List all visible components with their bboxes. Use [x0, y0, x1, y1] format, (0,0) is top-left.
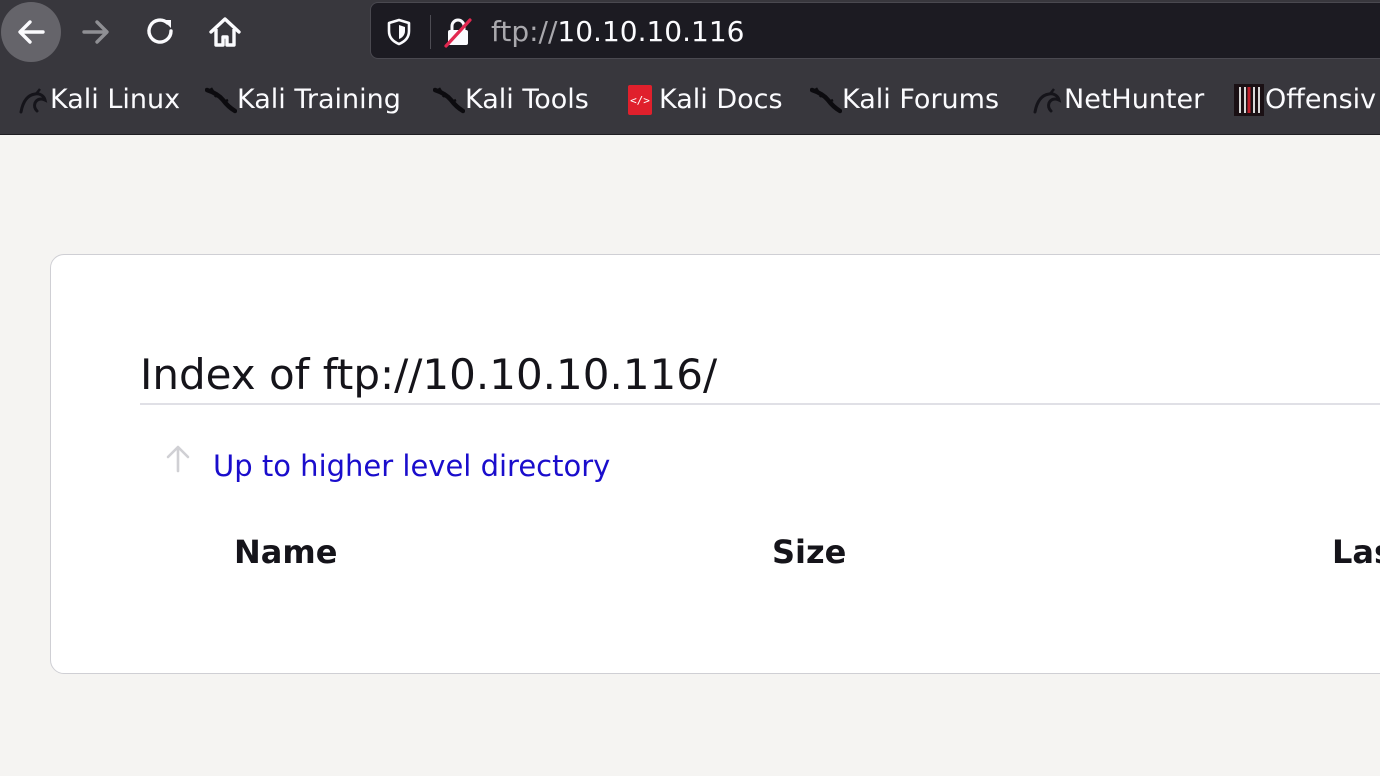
bookmark-nethunter[interactable]: NetHunter — [1032, 83, 1204, 117]
url-host: 10.10.10.116 — [557, 15, 745, 48]
reload-button[interactable] — [131, 2, 191, 62]
url-bar[interactable]: ftp://10.10.10.116 — [370, 2, 1380, 59]
browser-toolbar: ftp://10.10.10.116 — [0, 0, 1380, 64]
kali-dragon-icon — [1032, 83, 1064, 117]
arrow-left-icon — [18, 20, 45, 44]
reload-icon — [147, 18, 173, 44]
title-divider — [140, 403, 1380, 405]
bookmark-label: Kali Tools — [465, 84, 589, 115]
bookmark-label: NetHunter — [1064, 84, 1205, 115]
bookmark-kali-linux[interactable]: Kali Linux — [18, 83, 180, 117]
tracking-protection-shield-icon[interactable] — [385, 17, 413, 47]
up-to-parent-directory-link[interactable]: Up to higher level directory — [213, 447, 610, 485]
column-header-name[interactable]: Name — [234, 532, 337, 572]
offsec-icon — [1233, 83, 1265, 117]
column-header-size[interactable]: Size — [772, 532, 846, 572]
bookmark-kali-forums[interactable]: Kali Forums — [810, 83, 999, 117]
up-arrow-icon[interactable] — [164, 444, 192, 474]
column-header-last-modified[interactable]: Las — [1332, 532, 1380, 572]
bookmark-label: Offensiv — [1265, 84, 1377, 115]
bookmark-offensive-security[interactable]: Offensiv — [1233, 83, 1376, 117]
arrow-right-icon — [82, 20, 109, 44]
bookmark-kali-tools[interactable]: Kali Tools — [433, 83, 589, 117]
page-title: Index of ftp://10.10.10.116/ — [140, 350, 718, 399]
insecure-lock-icon[interactable] — [443, 16, 473, 48]
bookmark-label: Kali Training — [237, 84, 401, 115]
url-scheme: ftp:// — [491, 15, 558, 48]
url-bar-separator — [430, 15, 431, 49]
docs-icon: </> — [627, 83, 659, 117]
home-button[interactable] — [195, 2, 255, 62]
back-button[interactable] — [1, 2, 61, 62]
forward-button[interactable] — [66, 2, 126, 62]
bookmark-kali-docs[interactable]: </> Kali Docs — [627, 83, 783, 117]
bookmark-kali-training[interactable]: Kali Training — [205, 83, 401, 117]
kali-dragon-icon — [433, 83, 465, 117]
kali-dragon-icon — [810, 83, 842, 117]
kali-dragon-icon — [18, 83, 50, 117]
bookmarks-toolbar: Kali Linux Kali Training Kali Tools </> … — [0, 64, 1380, 135]
bookmark-label: Kali Forums — [842, 84, 1000, 115]
svg-text:</>: </> — [630, 94, 650, 107]
kali-dragon-icon — [205, 83, 237, 117]
home-icon — [209, 17, 241, 47]
bookmark-label: Kali Linux — [50, 84, 181, 115]
bookmark-label: Kali Docs — [659, 84, 783, 115]
url-text[interactable]: ftp://10.10.10.116 — [491, 16, 744, 48]
